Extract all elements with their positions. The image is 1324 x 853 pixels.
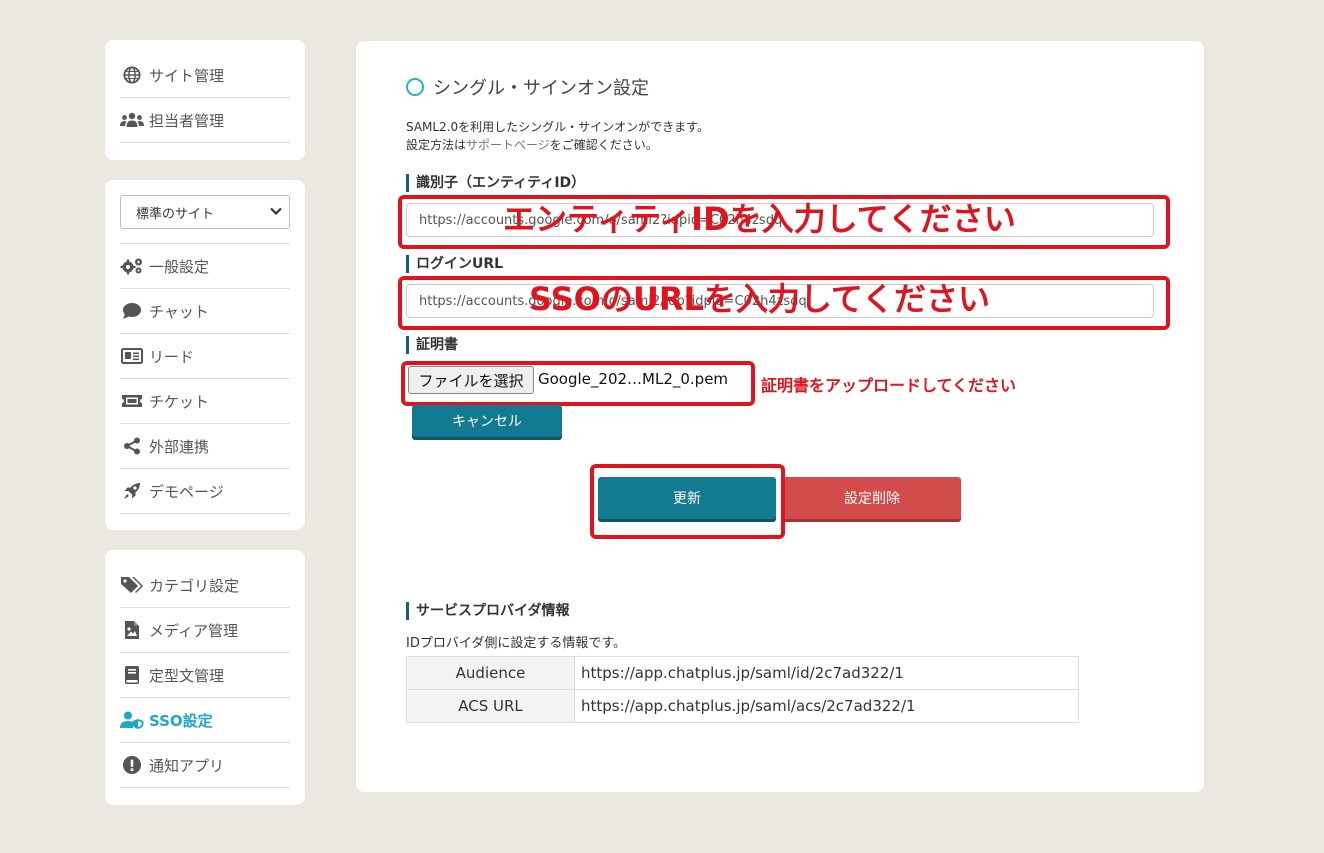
- login-url-label: ログインURL: [406, 255, 503, 273]
- site-select-value: 標準のサイト: [136, 206, 215, 222]
- service-provider-desc: IDプロバイダ側に設定する情報です。: [406, 636, 627, 651]
- circle-icon: [406, 78, 424, 96]
- sidebar-item-label: 定型文管理: [149, 666, 225, 685]
- sidebar-item-staff-management[interactable]: 担当者管理: [120, 98, 290, 143]
- sidebar-item-label: サイト管理: [149, 66, 225, 85]
- sidebar-item-media-management[interactable]: メディア管理: [120, 608, 290, 653]
- description-line-2: 設定方法はサポートページをご確認ください。: [406, 136, 709, 154]
- certificate-annotation: 証明書をアップロードしてください: [761, 376, 1017, 395]
- sidebar-site-card: 標準のサイト 一般設定 チャット リード チケット 外部連携 デモページ: [105, 180, 305, 530]
- table-row: ACS URL https://app.chatplus.jp/saml/acs…: [406, 689, 1079, 723]
- entity-id-annotation: エンティティIDを入力してください: [503, 200, 1016, 238]
- login-url-annotation: SSOのURLを入力してください: [529, 280, 990, 318]
- share-icon: [120, 436, 144, 456]
- page-title-text: シングル・サインオン設定: [433, 78, 649, 99]
- sidebar-item-site-management[interactable]: サイト管理: [120, 53, 290, 98]
- sidebar-item-label: リード: [149, 347, 195, 366]
- users-icon: [120, 110, 144, 130]
- table-value: https://app.chatplus.jp/saml/id/2c7ad322…: [574, 656, 1079, 690]
- sidebar-item-ticket[interactable]: チケット: [120, 379, 290, 424]
- sidebar-item-lead[interactable]: リード: [120, 334, 290, 379]
- service-provider-table: Audience https://app.chatplus.jp/saml/id…: [406, 656, 1079, 723]
- sidebar-item-label: 担当者管理: [149, 111, 225, 130]
- sidebar-item-category-settings[interactable]: カテゴリ設定: [120, 563, 290, 608]
- description: SAML2.0を利用したシングル・サインオンができます。 設定方法はサポートペー…: [406, 118, 709, 154]
- book-icon: [120, 665, 144, 685]
- table-key: ACS URL: [406, 689, 575, 723]
- sso-settings-panel: シングル・サインオン設定 SAML2.0を利用したシングル・サインオンができます…: [356, 41, 1204, 792]
- sidebar-item-label: チャット: [149, 302, 209, 321]
- sidebar-item-chat[interactable]: チャット: [120, 289, 290, 334]
- rocket-icon: [120, 481, 144, 501]
- table-value: https://app.chatplus.jp/saml/acs/2c7ad32…: [574, 689, 1079, 723]
- globe-icon: [120, 65, 144, 85]
- description-line: SAML2.0を利用したシングル・サインオンができます。: [406, 120, 709, 134]
- entity-id-label: 識別子（エンティティID）: [406, 174, 585, 192]
- update-annotation-box: [590, 464, 785, 539]
- delete-settings-button[interactable]: 設定削除: [783, 477, 961, 519]
- sidebar-config-card: カテゴリ設定 メディア管理 定型文管理 SSO設定 通知アプリ: [105, 550, 305, 805]
- sidebar-item-general-settings[interactable]: 一般設定: [120, 244, 290, 289]
- description-text: 設定方法は: [406, 138, 467, 152]
- sidebar-item-notification-app[interactable]: 通知アプリ: [120, 743, 290, 788]
- exclamation-icon: [120, 755, 144, 775]
- certificate-label: 証明書: [406, 336, 458, 354]
- service-provider-label: サービスプロバイダ情報: [406, 602, 569, 620]
- sidebar-item-label: カテゴリ設定: [149, 576, 240, 595]
- page-title: シングル・サインオン設定: [406, 74, 649, 100]
- gears-icon: [120, 256, 144, 276]
- description-text: をご確認ください。: [549, 138, 658, 152]
- user-shield-icon: [120, 710, 144, 730]
- support-page-link[interactable]: サポートページ: [466, 138, 550, 152]
- sidebar-item-demo-page[interactable]: デモページ: [120, 469, 290, 514]
- sidebar-item-sso-settings[interactable]: SSO設定: [120, 698, 290, 743]
- site-select[interactable]: 標準のサイト: [120, 195, 290, 229]
- sidebar-item-label: 通知アプリ: [149, 756, 225, 775]
- sidebar-item-label: SSO設定: [149, 711, 213, 730]
- sidebar-item-label: 外部連携: [149, 437, 210, 456]
- tags-icon: [120, 575, 144, 595]
- chevron-down-icon: [269, 204, 283, 222]
- chat-bubble-icon: [120, 301, 144, 321]
- table-row: Audience https://app.chatplus.jp/saml/id…: [406, 656, 1079, 690]
- sidebar-item-label: メディア管理: [149, 621, 238, 640]
- id-card-icon: [120, 346, 144, 366]
- cancel-button[interactable]: キャンセル: [412, 405, 562, 437]
- certificate-annotation-box: [401, 361, 755, 406]
- image-file-icon: [120, 620, 144, 640]
- sidebar-item-template-management[interactable]: 定型文管理: [120, 653, 290, 698]
- ticket-icon: [120, 391, 144, 411]
- sidebar-item-label: チケット: [149, 392, 210, 411]
- sidebar-admin-card: サイト管理 担当者管理: [105, 40, 305, 160]
- sidebar-item-label: デモページ: [149, 482, 224, 501]
- table-key: Audience: [406, 656, 575, 690]
- sidebar-item-integration[interactable]: 外部連携: [120, 424, 290, 469]
- sidebar-item-label: 一般設定: [149, 257, 210, 276]
